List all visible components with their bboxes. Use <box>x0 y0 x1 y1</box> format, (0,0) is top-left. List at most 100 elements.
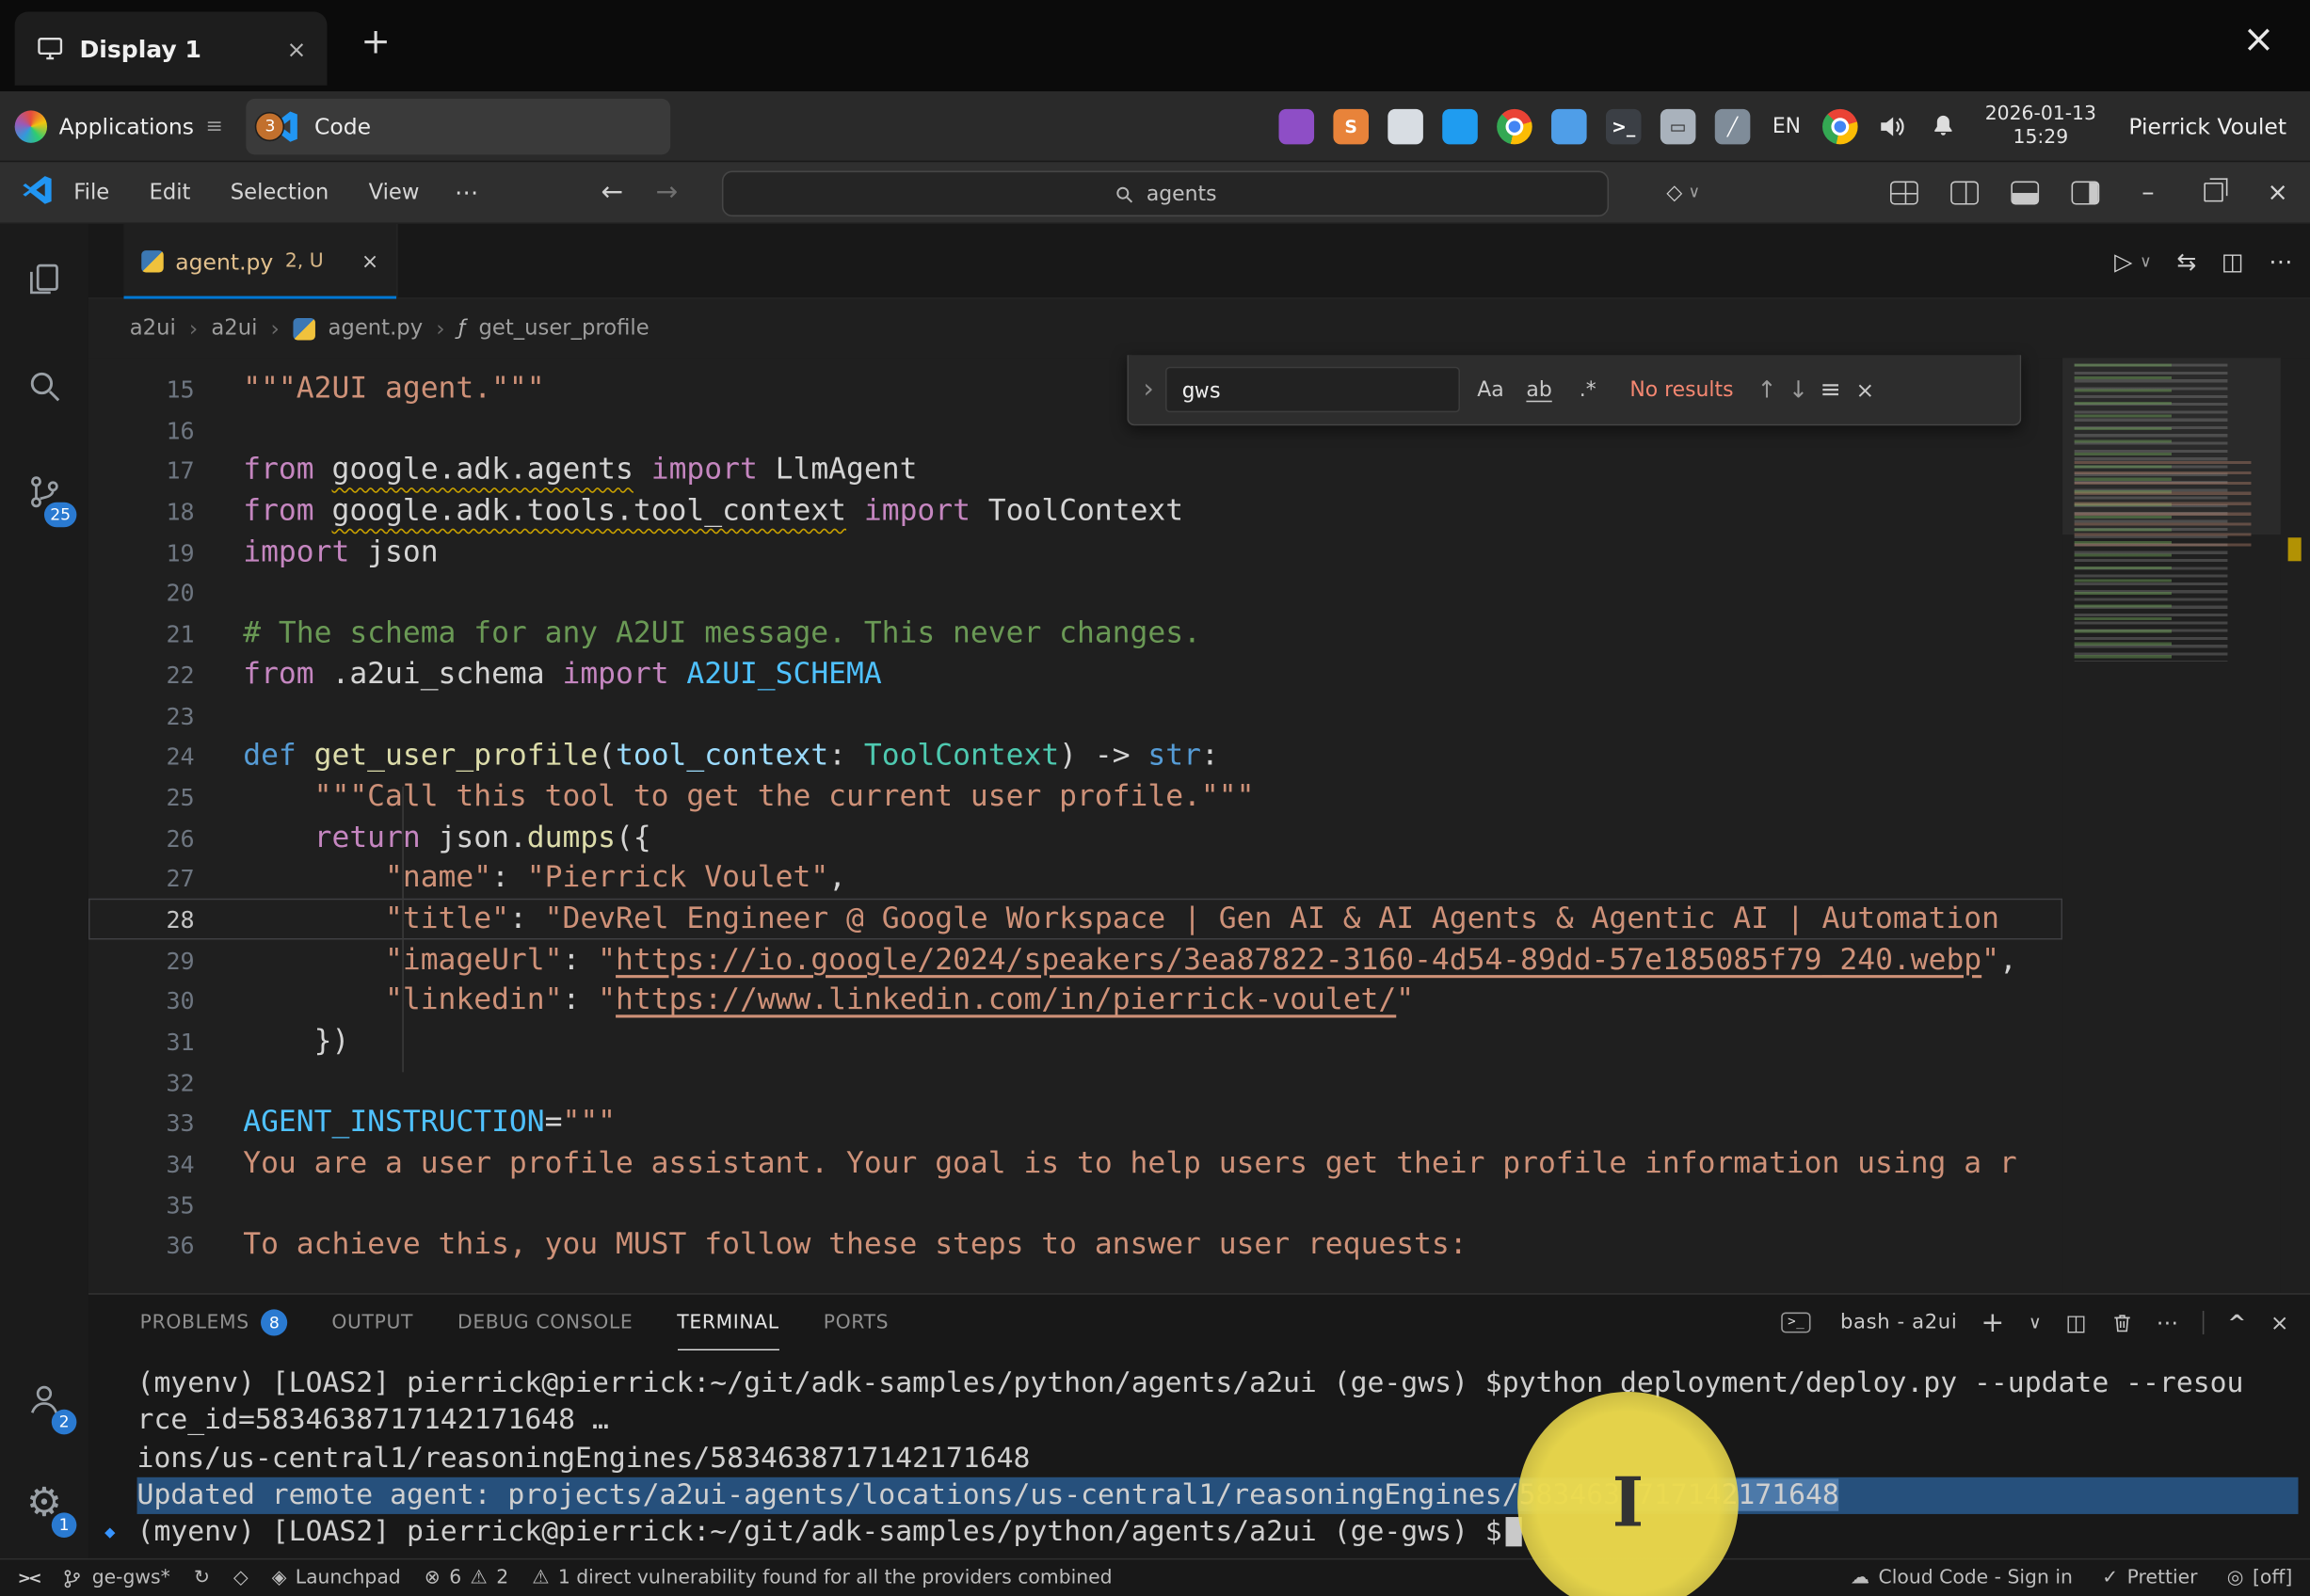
code-line[interactable]: 19import json <box>88 532 2062 572</box>
source-control-icon[interactable]: 25 <box>0 456 88 527</box>
clock[interactable]: 2026-01-13 15:29 <box>1985 103 2096 150</box>
tray-app-light-icon[interactable] <box>1388 108 1423 144</box>
terminal-dropdown-icon[interactable]: ∨ <box>2029 1313 2042 1333</box>
menu-selection[interactable]: Selection <box>231 181 329 204</box>
tab-ports[interactable]: PORTS <box>824 1295 889 1350</box>
toggle-replace-icon[interactable]: › <box>1144 375 1154 406</box>
terminal-line[interactable]: ions/us-central1/reasoningEngines/583463… <box>137 1440 2299 1477</box>
terminal-line[interactable]: ◆(myenv) [LOAS2] pierrick@pierrick:~/git… <box>137 1514 2299 1552</box>
close-panel-icon[interactable]: × <box>2270 1309 2289 1335</box>
terminal-line[interactable]: (myenv) [LOAS2] pierrick@pierrick:~/git/… <box>137 1365 2299 1403</box>
code-line[interactable]: 23 <box>88 694 2062 735</box>
copilot-icon[interactable]: ◇ ∨ <box>1666 181 1700 204</box>
remote-indicator[interactable]: >< <box>18 1569 40 1588</box>
terminal-output[interactable]: (myenv) [LOAS2] pierrick@pierrick:~/git/… <box>88 1350 2299 1558</box>
split-editor-icon[interactable]: ◫ <box>2222 247 2244 276</box>
settings-gear-icon[interactable]: ⚙ 1 <box>0 1467 88 1538</box>
active-terminal-label[interactable]: bash - a2ui <box>1840 1311 1957 1334</box>
tab-problems[interactable]: PROBLEMS 8 <box>140 1295 288 1350</box>
open-changes-icon[interactable]: ⇆ <box>2176 247 2196 276</box>
vulnerability-status[interactable]: ⚠ 1 direct vulnerability found for all t… <box>532 1567 1112 1588</box>
close-icon[interactable]: × <box>287 35 307 63</box>
search-sidebar-icon[interactable] <box>0 350 88 421</box>
tray-terminal-icon[interactable]: >_ <box>1606 108 1642 144</box>
minimize-button[interactable]: – <box>2115 161 2180 223</box>
tray-files-icon[interactable] <box>1551 108 1587 144</box>
screencast-toggle[interactable]: ◎ [off] <box>2227 1567 2293 1588</box>
restore-button[interactable] <box>2180 161 2245 223</box>
tab-output[interactable]: OUTPUT <box>331 1295 413 1350</box>
code-line[interactable]: 32 <box>88 1061 2062 1102</box>
language-indicator[interactable]: EN <box>1773 114 1801 137</box>
split-terminal-icon[interactable]: ◫ <box>2065 1309 2087 1335</box>
next-match-icon[interactable]: ↓ <box>1789 375 1808 404</box>
run-python-button[interactable]: ▷ <box>2114 247 2132 276</box>
code-line[interactable]: 26 return json.dumps({ <box>88 817 2062 857</box>
terminal-line[interactable]: Updated remote agent: projects/a2ui-agen… <box>137 1477 2299 1515</box>
sync-changes-icon[interactable]: ↻ <box>194 1567 210 1588</box>
new-display-tab-button[interactable]: + <box>350 21 400 62</box>
tray-vscode-icon[interactable] <box>1442 108 1478 144</box>
code-line[interactable]: 36To achieve this, you MUST follow these… <box>88 1224 2062 1265</box>
accounts-icon[interactable]: 2 <box>0 1364 88 1434</box>
breadcrumb-symbol[interactable]: get_user_profile <box>479 316 650 340</box>
viewer-close-button[interactable]: × <box>2242 18 2274 62</box>
problems-summary[interactable]: ⊗ 6 ⚠ 2 <box>425 1567 508 1588</box>
code-line[interactable]: 28 "title": "DevRel Engineer @ Google Wo… <box>88 899 2062 939</box>
gemini-spark-icon[interactable]: ◇ <box>233 1567 249 1588</box>
match-case-toggle[interactable]: Aa <box>1472 377 1509 401</box>
tray-app-orange-icon[interactable]: S <box>1333 108 1369 144</box>
tray-display-icon[interactable]: ▭ <box>1660 108 1696 144</box>
find-input[interactable]: gws <box>1165 367 1460 413</box>
menu-edit[interactable]: Edit <box>149 181 190 204</box>
logged-in-user[interactable]: Pierrick Voulet <box>2128 113 2286 139</box>
tab-terminal[interactable]: TERMINAL <box>677 1295 778 1350</box>
more-panel-actions-icon[interactable]: ⋯ <box>2157 1309 2179 1335</box>
close-window-button[interactable]: × <box>2245 161 2310 223</box>
volume-icon[interactable] <box>1877 110 1909 142</box>
notifications-bell-icon[interactable] <box>1929 111 1958 140</box>
new-terminal-button[interactable]: + <box>1981 1306 2005 1338</box>
find-in-selection-icon[interactable]: ≡ <box>1821 375 1841 404</box>
go-forward-button[interactable]: → <box>656 177 679 208</box>
code-line[interactable]: 21# The schema for any A2UI message. Thi… <box>88 613 2062 653</box>
code-area[interactable]: 15"""A2UI agent."""1617from google.adk.a… <box>88 358 2062 1293</box>
whole-word-toggle[interactable]: ab <box>1521 377 1558 401</box>
menu-overflow-icon[interactable]: ⋯ <box>455 178 478 206</box>
kill-terminal-trash-icon[interactable] <box>2110 1312 2132 1333</box>
code-line[interactable]: 24def get_user_profile(tool_context: Too… <box>88 735 2062 775</box>
explorer-icon[interactable] <box>0 245 88 315</box>
previous-match-icon[interactable]: ↑ <box>1757 375 1777 404</box>
code-line[interactable]: 33AGENT_INSTRUCTION=""" <box>88 1102 2062 1142</box>
menu-view[interactable]: View <box>369 181 420 204</box>
run-dropdown-icon[interactable]: ∨ <box>2140 252 2152 271</box>
command-center-search[interactable]: agents <box>722 171 1609 217</box>
tray-notes-icon[interactable]: ╱ <box>1715 108 1751 144</box>
code-line[interactable]: 17from google.adk.agents import LlmAgent <box>88 450 2062 490</box>
code-line[interactable]: 34You are a user profile assistant. Your… <box>88 1143 2062 1184</box>
close-find-icon[interactable]: × <box>1855 376 1874 403</box>
code-line[interactable]: 31 }) <box>88 1021 2062 1061</box>
launchpad-item[interactable]: ◈ Launchpad <box>272 1567 401 1588</box>
regex-toggle[interactable]: .* <box>1569 377 1606 401</box>
code-line[interactable]: 22from .a2ui_schema import A2UI_SCHEMA <box>88 654 2062 694</box>
tab-agent-py[interactable]: agent.py 2, U × <box>123 224 397 299</box>
code-line[interactable]: 27 "name": "Pierrick Voulet", <box>88 857 2062 898</box>
code-line[interactable]: 25 """Call this tool to get the current … <box>88 776 2062 817</box>
code-line[interactable]: 35 <box>88 1184 2062 1224</box>
customize-layout-icon[interactable] <box>1890 181 1918 204</box>
editor-scrollbar[interactable] <box>2281 358 2310 1293</box>
breadcrumb-file[interactable]: agent.py <box>329 316 424 340</box>
applications-menu[interactable]: Applications ≡ <box>0 91 238 161</box>
code-line[interactable]: 20 <box>88 572 2062 613</box>
display-tab[interactable]: Display 1 × <box>15 12 328 86</box>
menu-file[interactable]: File <box>73 181 109 204</box>
breadcrumb-folder[interactable]: a2ui <box>130 316 176 340</box>
prettier-status[interactable]: ✓ Prettier <box>2102 1567 2197 1588</box>
toggle-panel-icon[interactable] <box>2011 181 2039 204</box>
git-branch-item[interactable]: ge-gws* <box>62 1567 169 1588</box>
tab-debug-console[interactable]: DEBUG CONSOLE <box>457 1295 633 1350</box>
toggle-secondary-sidebar-icon[interactable] <box>2072 181 2100 204</box>
maximize-panel-icon[interactable]: ^ <box>2228 1309 2247 1335</box>
breadcrumb-folder[interactable]: a2ui <box>211 316 257 340</box>
